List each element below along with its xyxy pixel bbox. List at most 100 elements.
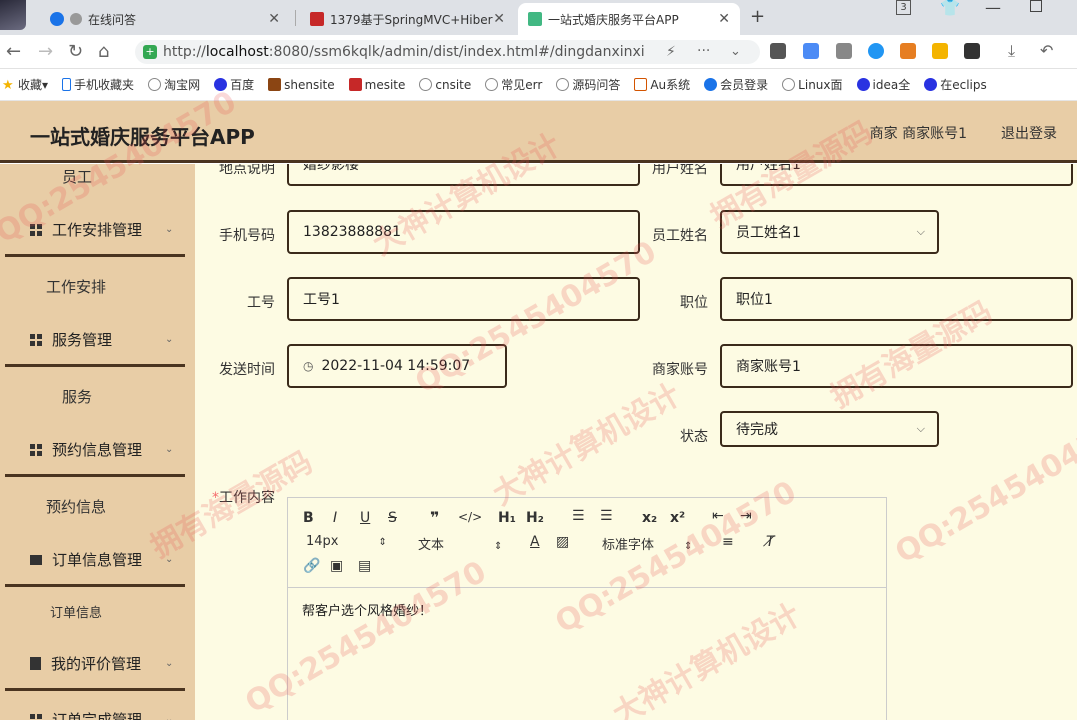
staff-name-label: 员工姓名 (652, 228, 708, 244)
app-header: 一站式婚庆服务平台APP 商家 商家账号1 退出登录 (0, 101, 1077, 163)
close-icon[interactable]: ✕ (718, 11, 730, 27)
reload-icon[interactable]: ↻ (68, 41, 83, 62)
superscript-icon[interactable]: x² (670, 510, 685, 526)
sidebar-item-order[interactable]: 订单信息 (50, 602, 102, 621)
sidebar-menu-reservations[interactable]: 预约信息管理 ⌄ (30, 439, 173, 460)
image-icon[interactable]: ▣ (330, 558, 343, 574)
bookmark-item[interactable]: Linux面 (782, 76, 843, 93)
translate-icon[interactable] (803, 43, 819, 59)
background-color-icon[interactable]: ▨ (556, 534, 569, 550)
profile-avatar[interactable] (0, 0, 26, 30)
job-no-field[interactable]: 工号1 (287, 277, 640, 321)
bookmark-item[interactable]: 淘宝网 (148, 76, 200, 93)
indent-icon[interactable]: ⇥ (740, 508, 752, 524)
ordered-list-icon[interactable]: ☰ (572, 508, 585, 524)
fox-icon[interactable] (900, 43, 916, 59)
minimize-icon[interactable]: — (985, 0, 1001, 17)
shield-icon[interactable] (932, 43, 948, 59)
bookmark-item[interactable]: ★ 收藏 ▾ (2, 76, 48, 94)
merchant-field[interactable]: 商家账号1 (720, 344, 1073, 388)
outdent-icon[interactable]: ⇤ (712, 508, 724, 524)
phone-field[interactable]: 13823888881 (287, 210, 640, 254)
staff-name-select[interactable]: 员工姓名1 ⌵ (720, 210, 939, 254)
sidebar-menu-order-complete[interactable]: 订单完成管理 ⌄ (30, 709, 173, 720)
link-icon[interactable]: 🔗 (303, 558, 320, 574)
forward-icon[interactable]: → (38, 41, 53, 62)
subscript-icon[interactable]: x₂ (642, 510, 657, 526)
apps-icon[interactable] (964, 43, 980, 59)
sidebar-menu-work-schedule[interactable]: 工作安排管理 ⌄ (30, 219, 173, 240)
bookmark-item[interactable]: 常见err (485, 76, 542, 93)
undo-icon[interactable]: ↶ (1040, 41, 1053, 60)
maximize-icon[interactable] (1030, 0, 1042, 12)
sidebar-item-reservation[interactable]: 预约信息 (46, 496, 106, 517)
bookmark-item[interactable]: 源码问答 (556, 76, 620, 93)
site-icon (704, 78, 718, 91)
sidebar-item-service[interactable]: 服务 (62, 386, 92, 407)
underline-icon[interactable]: U (360, 510, 370, 526)
search-icon[interactable] (868, 43, 884, 59)
bookmark-item[interactable]: shensite (268, 78, 335, 92)
shirt-icon[interactable]: 👕 (940, 0, 960, 17)
sidebar-item-staff[interactable]: 员工 (62, 166, 92, 187)
new-tab-button[interactable]: + (750, 6, 765, 27)
heading1-icon[interactable]: H₁ (498, 510, 516, 526)
baidu-icon (924, 78, 938, 91)
font-size-select[interactable]: 14px ⇕ (306, 534, 387, 549)
font-family-select[interactable]: 标准字体 ⇕ (602, 534, 692, 553)
tab-count-badge[interactable]: 3 (896, 0, 911, 15)
position-field[interactable]: 职位1 (720, 277, 1073, 321)
clipboard-icon (30, 657, 41, 670)
bookmark-item[interactable]: 百度 (214, 76, 254, 93)
bookmark-item[interactable]: mesite (348, 78, 405, 92)
bullet-list-icon[interactable]: ☰ (600, 508, 613, 524)
status-select[interactable]: 待完成 ⌵ (720, 411, 939, 447)
align-icon[interactable]: ≡ (722, 534, 734, 550)
home-icon[interactable]: ⌂ (98, 41, 109, 62)
bookmark-item[interactable]: idea全 (856, 76, 910, 93)
send-time-picker[interactable]: ◷ 2022-11-04 14:59:07 (287, 344, 507, 388)
block-format-select[interactable]: 文本 ⇕ (418, 534, 502, 553)
font-color-icon[interactable]: A (530, 534, 540, 550)
browser-tab[interactable]: 在线问答 ✕ (40, 3, 290, 35)
browser-tab-active[interactable]: 一站式婚庆服务平台APP ✕ (518, 3, 740, 35)
rich-text-editor[interactable]: B I U S ❞ </> H₁ H₂ ☰ ☰ x₂ x² ⇤ ⇥ 14px ⇕ … (287, 497, 887, 720)
italic-icon[interactable]: I (333, 510, 337, 526)
download-icon[interactable]: ⤓ (1008, 41, 1015, 61)
close-icon[interactable]: ✕ (268, 11, 280, 27)
site-icon (634, 78, 648, 91)
code-icon[interactable]: </> (458, 510, 482, 524)
editor-toolbar: B I U S ❞ </> H₁ H₂ ☰ ☰ x₂ x² ⇤ ⇥ 14px ⇕ … (288, 498, 886, 588)
video-icon[interactable]: ▤ (358, 558, 371, 574)
sidebar-menu-my-reviews[interactable]: 我的评价管理 ⌄ (30, 653, 173, 674)
chevron-down-icon: ⌄ (165, 224, 174, 235)
menu-divider (5, 254, 185, 257)
username-field[interactable]: 用户姓名1 (720, 164, 1073, 186)
bookmark-item[interactable]: Au系统 (634, 76, 690, 93)
bookmark-item[interactable]: 在eclips (924, 76, 987, 93)
bookmark-item[interactable]: 会员登录 (704, 76, 768, 93)
chevron-down-icon: ⌄ (165, 554, 174, 565)
scissors-icon[interactable] (836, 43, 852, 59)
editor-content[interactable]: 帮客户选个风格婚纱！ (288, 588, 886, 631)
sidebar-menu-orders[interactable]: 订单信息管理 ⌄ (30, 549, 173, 570)
quote-icon[interactable]: ❞ (430, 508, 439, 527)
bookmark-item[interactable]: cnsite (419, 78, 471, 92)
heading2-icon[interactable]: H₂ (526, 510, 544, 526)
menu-divider (5, 474, 185, 477)
chevron-down-icon[interactable]: ⌄ (730, 44, 741, 59)
bookmark-item[interactable]: 手机收藏夹 (62, 76, 134, 93)
browser-tab[interactable]: 1379基于SpringMVC+Hiber ✕ (300, 3, 515, 35)
clear-format-icon[interactable]: T̸ (766, 534, 775, 550)
bold-icon[interactable]: B (303, 510, 314, 526)
logout-button[interactable]: 退出登录 (1001, 123, 1057, 143)
extension-icon[interactable] (770, 43, 786, 59)
more-icon[interactable]: ··· (697, 43, 710, 59)
back-icon[interactable]: ← (6, 41, 21, 62)
sidebar-item-work-schedule[interactable]: 工作安排 (46, 276, 106, 297)
strikethrough-icon[interactable]: S (388, 510, 397, 526)
location-field[interactable]: 婚纱影楼 (287, 164, 640, 186)
lightning-icon[interactable]: ⚡ (666, 44, 676, 60)
close-icon[interactable]: ✕ (493, 11, 505, 27)
sidebar-menu-services[interactable]: 服务管理 ⌄ (30, 329, 173, 350)
